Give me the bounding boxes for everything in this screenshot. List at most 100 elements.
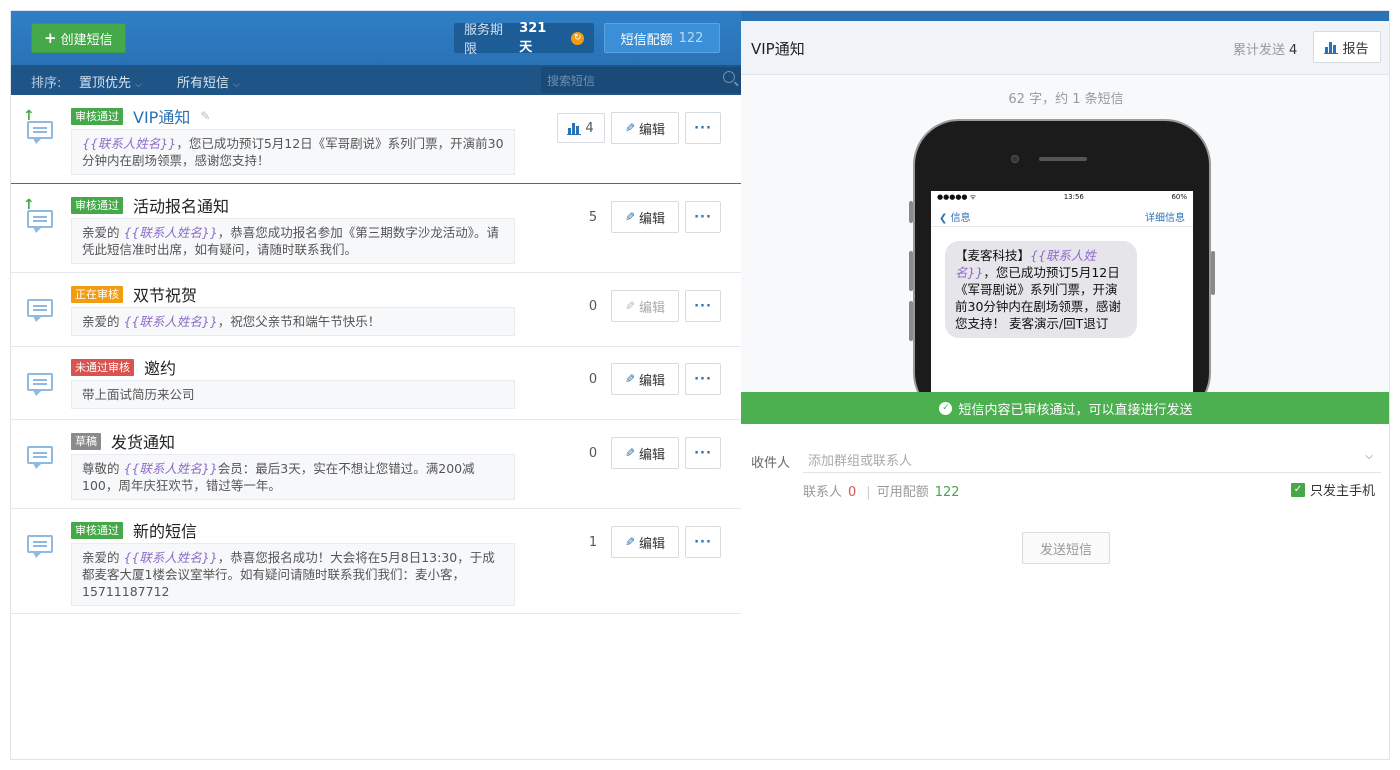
message-icon: ↑ xyxy=(23,198,55,233)
total-sent-label: 累计发送 xyxy=(1233,43,1286,58)
total-sent-count: 4 xyxy=(1289,43,1298,58)
renew-icon[interactable]: ↻ xyxy=(571,31,584,45)
send-sms-button[interactable]: 发送短信 xyxy=(1022,532,1110,564)
send-count: 0 xyxy=(588,372,598,387)
pencil-icon: ✎ xyxy=(624,446,636,460)
checkbox-checked-icon[interactable]: ✓ xyxy=(1291,482,1305,497)
more-button[interactable]: ··· xyxy=(685,201,721,233)
message-text: 带上面试简历来公司 xyxy=(82,387,195,402)
message-title[interactable]: 邀约 xyxy=(144,355,176,379)
message-list: ↑ 审核通过 VIP通知 ✎ {{联系人姓名}}，您已成功预订5月12日《军哥剧… xyxy=(11,95,741,614)
plus-icon: + xyxy=(44,29,57,47)
edit-label: 编辑 xyxy=(639,536,666,552)
more-button[interactable]: ··· xyxy=(685,526,721,558)
send-sms-label: 发送短信 xyxy=(1039,542,1092,558)
sms-brand: 【麦客科技】 xyxy=(955,248,1031,263)
sms-bubble: 【麦客科技】{{联系人姓名}}，您已成功预订5月12日《军哥剧说》系列门票，开演… xyxy=(945,241,1137,338)
message-item[interactable]: 审核通过 新的短信 亲爱的 {{联系人姓名}}，恭喜您报名成功！大会将在5月8日… xyxy=(11,509,741,614)
message-content: 带上面试简历来公司 xyxy=(71,380,515,409)
chevron-down-icon[interactable]: ⌵ xyxy=(1365,451,1373,462)
edit-button[interactable]: ✎ 编辑 xyxy=(611,526,679,558)
message-content: {{联系人姓名}}，您已成功预订5月12日《军哥剧说》系列门票，开演前30分钟内… xyxy=(71,129,515,175)
service-days: 321 天 xyxy=(519,21,547,55)
contact-name-variable: {{联系人姓名}} xyxy=(123,461,218,476)
camera-icon xyxy=(1011,155,1019,163)
more-button[interactable]: ··· xyxy=(685,112,721,144)
edit-button[interactable]: ✎ 编辑 xyxy=(611,437,679,469)
contact-name-variable: {{联系人姓名}} xyxy=(123,314,218,329)
edit-label: 编辑 xyxy=(639,122,666,138)
message-text: ，祝您父亲节和端午节快乐！ xyxy=(217,314,381,329)
sort-dropdown[interactable]: 置顶优先 ⌵ xyxy=(79,72,142,91)
message-icon: ↑ xyxy=(23,109,55,144)
report-button[interactable]: 报告 xyxy=(1313,31,1381,63)
send-count: 0 xyxy=(588,446,598,461)
message-title[interactable]: 活动报名通知 xyxy=(133,193,229,217)
phone-button xyxy=(1211,251,1215,295)
chevron-left-icon: ❮ xyxy=(939,213,951,224)
edit-label: 编辑 xyxy=(639,211,666,227)
message-title[interactable]: VIP通知 xyxy=(133,104,190,128)
more-button[interactable]: ··· xyxy=(685,290,721,322)
sms-preview: 62 字，约 1 条短信 ●●●●● ᯤ 13:56 60% ❮ 信息 详细信息… xyxy=(741,75,1389,392)
sort-option: 置顶优先 xyxy=(79,76,132,91)
search-placeholder: 搜索短信 xyxy=(547,74,596,88)
available-quota-count: 122 xyxy=(934,485,960,500)
phone-time: 13:56 xyxy=(1063,193,1084,201)
message-prefix: 尊敬的 xyxy=(82,461,124,476)
message-title[interactable]: 新的短信 xyxy=(133,518,197,542)
pencil-icon: ✎ xyxy=(624,372,636,386)
message-prefix: 亲爱的 xyxy=(82,225,124,240)
message-icon xyxy=(25,531,55,558)
send-count: 4 xyxy=(585,120,594,136)
earpiece xyxy=(1039,157,1087,161)
message-item[interactable]: 正在审核 双节祝贺 亲爱的 {{联系人姓名}}，祝您父亲节和端午节快乐！ 0 ✎… xyxy=(11,273,741,347)
check-circle-icon: ✓ xyxy=(939,401,953,415)
stats-button[interactable]: 4 xyxy=(557,113,605,143)
more-button[interactable]: ··· xyxy=(685,363,721,395)
available-quota-label: 可用配额 xyxy=(876,485,929,500)
message-item[interactable]: ↑ 审核通过 活动报名通知 亲爱的 {{联系人姓名}}，恭喜您成功报名参加《第三… xyxy=(11,184,741,273)
sms-app: + 创建短信 服务期限 321 天 ↻ 短信配额 122 排序: 置顶优先 ⌵ 所… xyxy=(10,10,1390,760)
message-item[interactable]: 未通过审核 邀约 带上面试简历来公司 0 ✎ 编辑 ··· xyxy=(11,347,741,420)
chevron-down-icon: ⌵ xyxy=(233,80,240,90)
primary-phone-only-label: 只发主手机 xyxy=(1310,484,1376,499)
rename-icon[interactable]: ✎ xyxy=(200,109,210,123)
search-input[interactable]: 搜索短信 xyxy=(541,67,741,93)
approval-banner: ✓ 短信内容已审核通过，可以直接进行发送 xyxy=(741,392,1389,424)
edit-button[interactable]: ✎ 编辑 xyxy=(611,290,679,322)
message-icon xyxy=(25,369,55,396)
more-icon: ··· xyxy=(694,445,712,461)
search-icon[interactable] xyxy=(723,71,735,83)
sms-quota-button[interactable]: 短信配额 122 xyxy=(604,23,720,53)
edit-button[interactable]: ✎ 编辑 xyxy=(611,201,679,233)
message-item[interactable]: 草稿 发货通知 尊敬的 {{联系人姓名}}会员：最后3天，实在不想让您错过。满2… xyxy=(11,420,741,509)
contact-name-variable: {{联系人姓名}} xyxy=(82,136,177,151)
bar-chart-icon xyxy=(1324,41,1339,54)
message-item[interactable]: ↑ 审核通过 VIP通知 ✎ {{联系人姓名}}，您已成功预订5月12日《军哥剧… xyxy=(11,95,741,184)
primary-phone-only-checkbox[interactable]: ✓ 只发主手机 xyxy=(1291,480,1375,499)
edit-label: 编辑 xyxy=(639,300,666,316)
message-title[interactable]: 发货通知 xyxy=(111,429,175,453)
edit-button[interactable]: ✎ 编辑 xyxy=(611,112,679,144)
pencil-icon: ✎ xyxy=(624,121,636,135)
pencil-icon: ✎ xyxy=(624,210,636,224)
more-button[interactable]: ··· xyxy=(685,437,721,469)
back-label: 信息 xyxy=(950,213,971,224)
message-content: 亲爱的 {{联系人姓名}}，恭喜您成功报名参加《第三期数字沙龙活动》。请凭此短信… xyxy=(71,218,515,264)
edit-button[interactable]: ✎ 编辑 xyxy=(611,363,679,395)
edit-label: 编辑 xyxy=(639,447,666,463)
create-sms-button[interactable]: + 创建短信 xyxy=(31,23,126,53)
send-count: 0 xyxy=(588,299,598,314)
message-prefix: 亲爱的 xyxy=(82,314,124,329)
recipient-input[interactable]: 添加群组或联系人 ⌵ xyxy=(803,445,1381,473)
status-badge: 审核通过 xyxy=(71,107,123,125)
phone-nav-bar: ❮ 信息 详细信息 xyxy=(931,203,1193,227)
more-icon: ··· xyxy=(694,120,712,136)
pencil-icon: ✎ xyxy=(624,299,636,313)
message-detail-panel: VIP通知 累计发送 4 报告 62 字，约 1 条短信 ●●●●● ᯤ 13:5… xyxy=(741,11,1389,759)
message-icon xyxy=(25,442,55,469)
filter-dropdown[interactable]: 所有短信 ⌵ xyxy=(177,72,240,91)
message-title[interactable]: 双节祝贺 xyxy=(133,282,197,306)
create-sms-label: 创建短信 xyxy=(60,32,113,48)
